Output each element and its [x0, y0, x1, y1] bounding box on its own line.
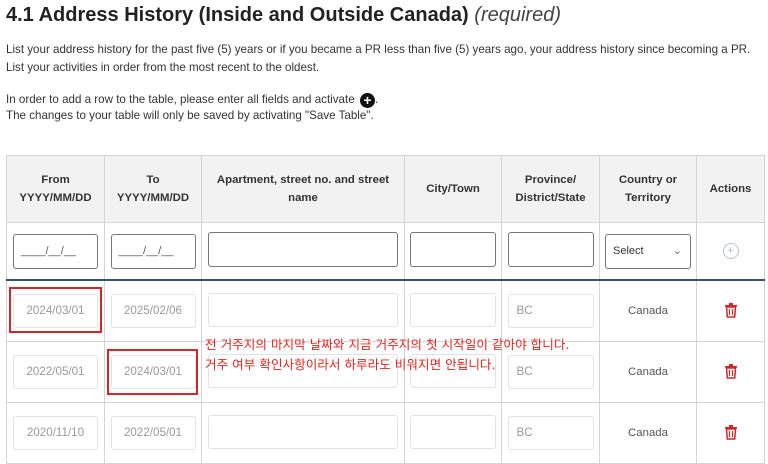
province-cell: BC — [507, 294, 594, 328]
instructions: In order to add a row to the table, plea… — [6, 92, 764, 124]
to-date-cell: 2024/03/01 — [110, 355, 196, 389]
plus-circle-icon[interactable]: + — [722, 243, 739, 259]
country-cell: Canada — [599, 341, 697, 403]
intro-text: List your address history for the past f… — [6, 43, 751, 74]
instruction-line2: The changes to your table will only be s… — [6, 109, 374, 122]
country-cell: Canada — [599, 402, 697, 464]
city-input[interactable] — [410, 232, 496, 267]
header-province: Province/ District/State — [501, 155, 600, 223]
table-row: 2020/11/10 2022/05/01 BC Canada — [6, 402, 765, 464]
to-date-cell: 2022/05/01 — [110, 416, 196, 450]
trash-icon[interactable] — [724, 302, 738, 318]
province-input[interactable] — [507, 232, 594, 267]
header-row: From YYYY/MM/DD To YYYY/MM/DD Apartment, s… — [6, 155, 765, 223]
trash-icon[interactable] — [724, 363, 738, 379]
country-select-value: Select — [613, 244, 644, 257]
city-cell — [410, 414, 496, 449]
address-cell — [208, 292, 398, 327]
province-cell: BC — [507, 416, 594, 450]
header-to: To YYYY/MM/DD — [104, 155, 202, 223]
chevron-down-icon: ⌄ — [672, 244, 682, 257]
header-address: Apartment, street no. and street name — [201, 155, 405, 223]
instruction-line1-end: . — [374, 93, 379, 106]
address-cell — [208, 414, 398, 449]
header-actions: Actions — [696, 155, 765, 223]
header-country: Country or Territory — [599, 155, 697, 223]
annotation-line2: 거주 여부 확인사항이라서 하루라도 비워지면 안됩니다. — [205, 357, 496, 372]
annotation-note: 전 거주지의 마지막 날짜와 지금 거주지의 첫 시작일이 같아야 합니다. 거… — [205, 335, 569, 375]
to-date-input[interactable]: ____/__/__ — [110, 233, 196, 269]
header-city: City/Town — [404, 155, 502, 223]
city-cell — [410, 292, 496, 327]
page-title-text: 4.1 Address History (Inside and Outside … — [6, 4, 469, 26]
country-select[interactable]: Select ⌄ — [605, 233, 691, 269]
table-row: 2024/03/01 2025/02/06 BC Canada — [6, 279, 765, 342]
annotation-line1: 전 거주지의 마지막 날짜와 지금 거주지의 첫 시작일이 같아야 합니다. — [205, 337, 570, 352]
entry-row: ____/__/__ ____/__/__ Select ⌄ + — [6, 222, 765, 281]
country-cell: Canada — [599, 279, 697, 342]
from-date-cell: 2020/11/10 — [13, 416, 98, 450]
header-to-label: To — [146, 174, 160, 186]
header-from-format: YYYY/MM/DD — [19, 192, 92, 204]
to-date-cell: 2025/02/06 — [110, 294, 196, 328]
from-date-input[interactable]: ____/__/__ — [13, 233, 98, 269]
from-date-cell: 2024/03/01 — [13, 294, 98, 328]
header-to-format: YYYY/MM/DD — [116, 192, 190, 204]
header-from-label: From — [41, 174, 70, 186]
address-history-table: From YYYY/MM/DD To YYYY/MM/DD Apartment, s… — [6, 155, 765, 464]
plus-circle-icon: + — [359, 93, 375, 108]
required-label: (required) — [474, 4, 561, 26]
page-title: 4.1 Address History (Inside and Outside … — [6, 4, 561, 27]
header-from: From YYYY/MM/DD — [6, 155, 105, 223]
address-input[interactable] — [208, 232, 398, 267]
instruction-line1: In order to add a row to the table, plea… — [6, 93, 355, 106]
from-date-cell: 2022/05/01 — [13, 355, 98, 389]
trash-icon[interactable] — [724, 424, 738, 440]
